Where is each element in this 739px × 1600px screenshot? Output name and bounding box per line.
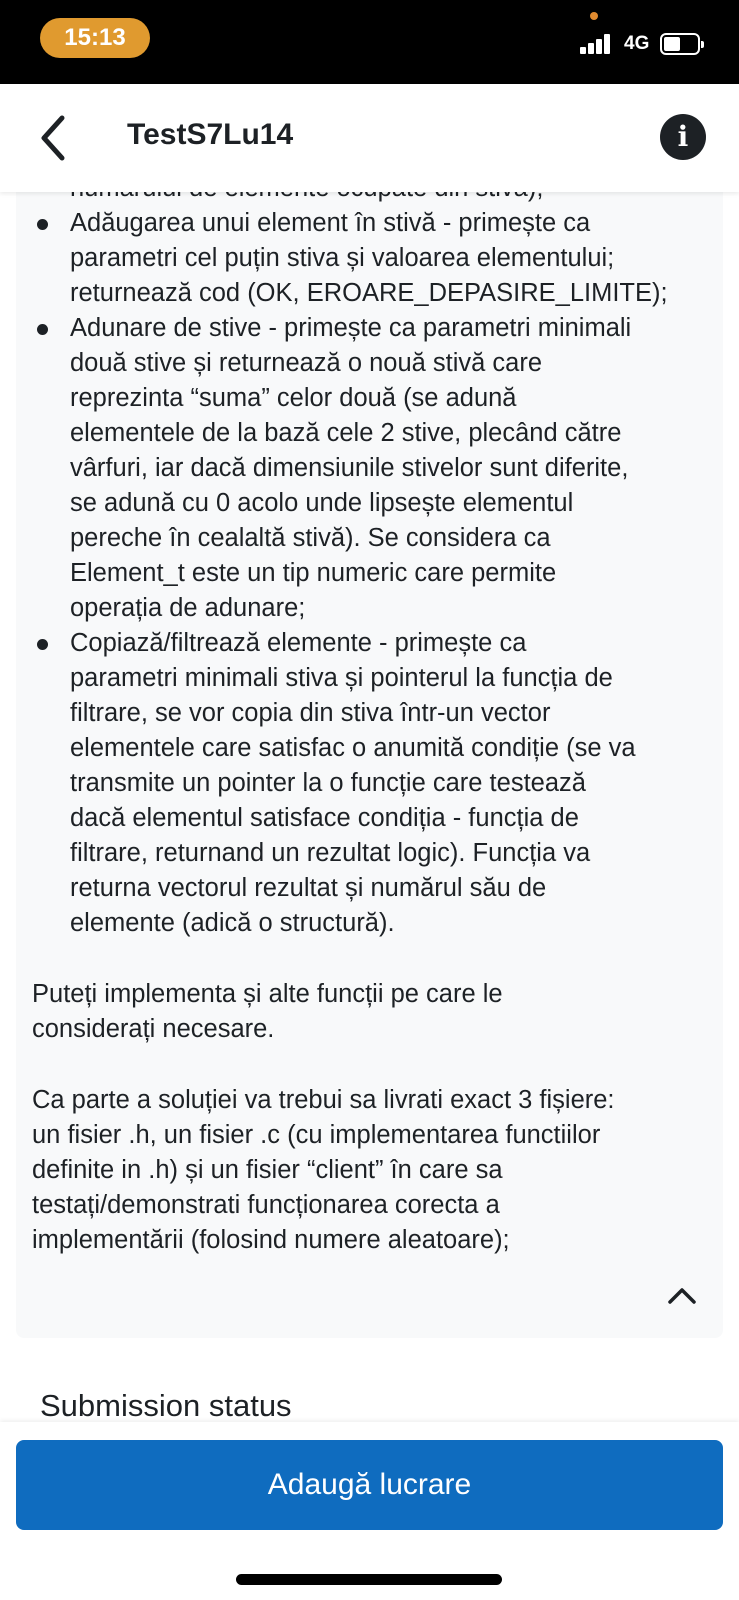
bullet-dot-icon — [37, 324, 48, 335]
bullet-line: Adunare de stive - primește ca parametri… — [70, 314, 632, 342]
bullet-line: returna vectorul rezultat și numărul său… — [70, 874, 547, 902]
bullet-line: filtrare, returnand un rezultat logic). … — [70, 839, 591, 867]
status-bar: 15:13 4G — [0, 0, 739, 84]
bullet-line: elemente (adică o structură). — [70, 909, 395, 937]
bullet-line: pereche în cealaltă stivă). Se considera… — [70, 524, 551, 552]
back-button[interactable] — [30, 110, 80, 166]
bullet-line: filtrare, se vor copia din stiva într-un… — [70, 699, 551, 727]
bullet-item: Adunare de stive - primește ca parametri… — [16, 311, 723, 626]
paragraph-line: Puteți implementa și alte funcții pe car… — [32, 980, 503, 1008]
add-submission-button[interactable]: Adaugă lucrare — [16, 1440, 723, 1530]
bullet-line: Element_t este un tip numeric care permi… — [70, 559, 557, 587]
paragraph-line: definite in .h) și un fisier “client” în… — [32, 1156, 503, 1184]
collapse-button[interactable] — [664, 1280, 700, 1310]
bullet-line: transmite un pointer la o funcție care t… — [70, 769, 586, 797]
bullet-line: Copiază/filtrează elemente - primește ca — [70, 629, 527, 657]
bullet-line: dacă elementul satisface condiția - func… — [70, 804, 579, 832]
signal-icon — [580, 32, 620, 54]
description-text: numărului de elemente ocupate din stivă)… — [16, 192, 723, 1258]
submission-status-heading: Submission status — [40, 1388, 292, 1423]
paragraph-line: implementării (folosind numere aleatoare… — [32, 1226, 510, 1254]
bullet-line: returnează cod (OK, EROARE_DEPASIRE_LIMI… — [70, 279, 668, 307]
chevron-left-icon — [41, 115, 65, 161]
status-time: 15:13 — [40, 18, 150, 58]
app-header: TestS7Lu14 i — [0, 84, 739, 192]
info-icon: i — [677, 120, 689, 153]
battery-icon — [660, 33, 704, 55]
bullet-dot-icon — [37, 219, 48, 230]
bullet-item: Adăugarea unui element în stivă - primeș… — [16, 206, 723, 311]
paragraph-line: testați/demonstrati funcționarea corecta… — [32, 1191, 500, 1219]
description-line: numărului de elemente ocupate din stivă)… — [16, 192, 723, 206]
bullet-line: parametri cel puțin stiva și valoarea el… — [70, 244, 615, 272]
bullet-line: elementele care satisfac o anumită condi… — [70, 734, 636, 762]
paragraph-line: considerați necesare. — [32, 1015, 275, 1043]
bullet-line: reprezinta “suma” celor două (se adună — [70, 384, 517, 412]
bullet-line: Adăugarea unui element în stivă - primeș… — [70, 209, 591, 237]
bullet-item: Copiază/filtrează elemente - primește ca… — [16, 626, 723, 941]
paragraph-line: Ca parte a soluției va trebui sa livrati… — [32, 1086, 615, 1114]
bullet-line: două stive și returnează o nouă stivă ca… — [70, 349, 543, 377]
page-title: TestS7Lu14 — [127, 118, 294, 151]
bullet-line: operația de adunare; — [70, 594, 306, 622]
bullet-dot-icon — [37, 639, 48, 650]
info-button[interactable]: i — [660, 114, 706, 160]
bottom-action-bar: Adaugă lucrare — [0, 1422, 739, 1600]
paragraph-line: un fisier .h, un fisier .c (cu implement… — [32, 1121, 601, 1149]
bullet-line: vârfuri, iar dacă dimensiunile stivelor … — [70, 454, 629, 482]
bullet-line: parametri minimali stiva și pointerul la… — [70, 664, 613, 692]
chevron-up-icon — [668, 1288, 696, 1304]
bullet-line: elementele de la bază cele 2 stive, plec… — [70, 419, 622, 447]
bullet-line: se adună cu 0 acolo unde lipsește elemen… — [70, 489, 574, 517]
assignment-description: numărului de elemente ocupate din stivă)… — [16, 192, 723, 1338]
network-type: 4G — [624, 33, 650, 54]
home-indicator[interactable] — [236, 1574, 502, 1585]
privacy-indicator-dot — [590, 12, 598, 20]
